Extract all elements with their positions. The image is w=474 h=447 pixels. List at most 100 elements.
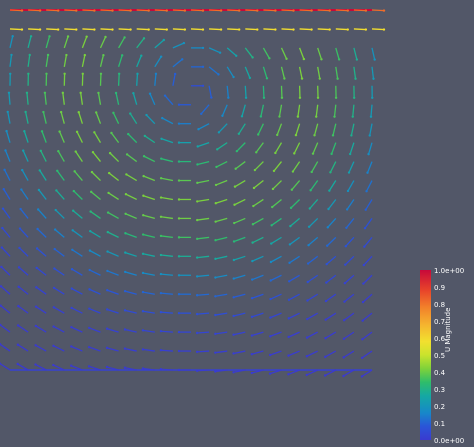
velocity-arrow-head <box>195 275 199 278</box>
velocity-arrow <box>53 267 65 276</box>
velocity-arrow-head <box>214 220 217 223</box>
velocity-arrow <box>278 104 283 117</box>
velocity-arrow-head <box>162 38 166 42</box>
velocity-arrow <box>317 9 330 12</box>
velocity-arrow-head <box>61 91 65 95</box>
velocity-arrow <box>118 28 131 31</box>
velocity-arrow-head <box>36 227 39 231</box>
velocity-arrow-head <box>371 96 374 99</box>
velocity-arrow <box>172 28 185 31</box>
velocity-arrow-head <box>324 337 327 340</box>
velocity-arrow <box>343 369 355 377</box>
velocity-arrow-head <box>88 249 92 252</box>
velocity-arrow-head <box>142 214 145 217</box>
velocity-arrow-head <box>160 157 163 160</box>
velocity-arrow <box>270 255 282 263</box>
velocity-arrow-head <box>0 246 4 249</box>
velocity-arrow-head <box>214 332 217 336</box>
velocity-arrow <box>172 58 183 68</box>
velocity-arrow-head <box>351 115 354 118</box>
velocity-arrow <box>270 293 282 300</box>
velocity-arrow-head <box>196 200 199 203</box>
velocity-arrow <box>262 85 265 98</box>
velocity-arrow <box>280 47 288 60</box>
velocity-arrow-head <box>201 65 205 69</box>
velocity-arrow <box>124 328 137 333</box>
velocity-arrow-head <box>361 300 365 304</box>
velocity-arrow <box>95 112 102 124</box>
velocity-arrow <box>324 350 337 358</box>
velocity-arrow <box>160 292 173 295</box>
velocity-arrow <box>80 92 84 105</box>
velocity-arrow-head <box>34 324 38 328</box>
velocity-arrow-head <box>79 91 82 95</box>
velocity-arrow-head <box>232 296 235 299</box>
velocity-arrow-head <box>363 226 367 230</box>
velocity-arrow <box>4 150 11 162</box>
color-legend-tick-label: 0.1 <box>434 420 446 428</box>
velocity-arrow-head <box>252 186 256 190</box>
velocity-arrow <box>310 180 319 191</box>
velocity-arrow <box>270 312 282 319</box>
velocity-arrow <box>154 9 167 12</box>
velocity-arrow-head <box>195 369 199 372</box>
velocity-arrow <box>160 311 173 314</box>
velocity-arrow-head <box>63 72 66 75</box>
velocity-arrow <box>262 66 268 79</box>
velocity-arrow-head <box>56 9 60 12</box>
velocity-arrow <box>91 171 101 181</box>
velocity-arrow-head <box>310 28 313 31</box>
velocity-arrow <box>0 266 11 276</box>
velocity-arrow <box>142 348 155 352</box>
velocity-arrow-head <box>214 183 218 187</box>
velocity-arrow-head <box>97 91 100 95</box>
velocity-arrow <box>125 193 137 201</box>
velocity-arrow <box>209 9 222 12</box>
velocity-arrow <box>161 117 174 125</box>
velocity-arrow-head <box>105 346 109 350</box>
velocity-arrow <box>292 161 301 172</box>
velocity-arrow-head <box>274 9 277 12</box>
velocity-arrow-head <box>46 53 50 57</box>
velocity-arrow <box>363 236 373 248</box>
velocity-arrow <box>89 288 101 295</box>
velocity-arrow <box>17 344 29 352</box>
velocity-arrow <box>1 227 11 238</box>
velocity-arrow-head <box>250 334 254 337</box>
velocity-arrow <box>54 248 65 257</box>
velocity-arrow <box>307 274 319 283</box>
velocity-arrow <box>297 104 301 117</box>
velocity-arrow-head <box>232 352 235 355</box>
velocity-arrow-head <box>287 354 290 357</box>
velocity-arrow <box>17 324 29 333</box>
velocity-arrow <box>53 287 65 295</box>
velocity-arrow <box>55 209 65 219</box>
velocity-arrow-head <box>105 365 109 369</box>
velocity-arrow-head <box>283 77 286 80</box>
velocity-arrow <box>293 142 301 154</box>
velocity-arrow-head <box>195 312 199 316</box>
velocity-arrow <box>252 236 264 244</box>
velocity-arrow <box>142 329 155 333</box>
velocity-arrow <box>362 293 373 303</box>
velocity-arrow-head <box>145 113 148 117</box>
velocity-arrow <box>370 104 373 117</box>
render-viewport[interactable]: 1.0e+00 0.9 0.8 0.7 0.6 0.5 0.4 0.3 0.2 0.1 0.0e+0… <box>0 0 474 447</box>
velocity-arrow <box>81 36 88 49</box>
velocity-arrow-head <box>136 72 139 76</box>
velocity-arrow <box>142 310 155 314</box>
velocity-arrow-head <box>306 262 310 265</box>
velocity-arrow-head <box>4 149 7 152</box>
velocity-arrow <box>35 325 47 333</box>
velocity-arrow <box>306 331 318 339</box>
velocity-arrow <box>99 55 105 67</box>
velocity-arrow-head <box>290 188 294 191</box>
velocity-arrow-head <box>177 311 181 315</box>
velocity-arrow <box>164 95 174 106</box>
velocity-arrow <box>335 47 340 60</box>
velocity-arrow <box>27 36 32 49</box>
velocity-arrow-head <box>294 133 298 137</box>
velocity-arrow <box>234 179 246 188</box>
velocity-arrow-head <box>147 28 150 31</box>
velocity-arrow-head <box>269 260 273 264</box>
